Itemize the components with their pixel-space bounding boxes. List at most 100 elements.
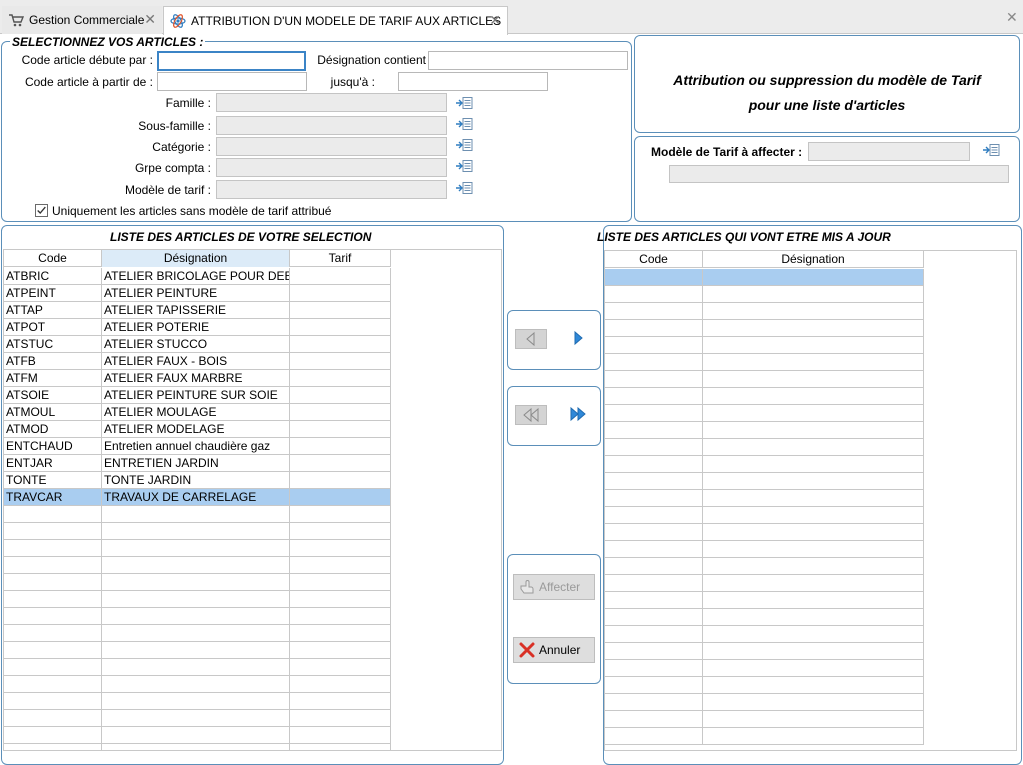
column-header-code[interactable]: Code — [605, 251, 703, 268]
remove-all-button[interactable] — [515, 405, 547, 425]
table-row[interactable] — [4, 625, 391, 642]
table-row[interactable] — [605, 371, 924, 388]
table-row[interactable] — [605, 473, 924, 490]
table-row[interactable]: ATMOUL ATELIER MOULAGE — [4, 404, 391, 421]
table-row[interactable] — [605, 728, 924, 745]
table-row[interactable]: ATTAP ATELIER TAPISSERIE — [4, 302, 391, 319]
table-row[interactable] — [605, 660, 924, 677]
designation-contains-input[interactable] — [428, 51, 628, 70]
column-header-designation[interactable]: Désignation — [102, 250, 290, 267]
tab-gestion-commerciale[interactable]: Gestion Commerciale ✕ — [2, 6, 162, 34]
grpe-compta-picker-icon[interactable] — [455, 159, 473, 173]
table-row[interactable] — [605, 405, 924, 422]
tab-attribution-modele-tarif[interactable]: ATTRIBUTION D'UN MODELE DE TARIF AUX ART… — [163, 6, 508, 35]
table-row[interactable] — [4, 659, 391, 676]
column-header-code[interactable]: Code — [4, 250, 102, 267]
close-tab-icon[interactable]: ✕ — [489, 13, 501, 27]
cell-code: ATPOT — [4, 319, 102, 336]
table-row[interactable] — [4, 642, 391, 659]
table-row[interactable] — [605, 269, 924, 286]
only-without-model-checkbox[interactable] — [35, 204, 48, 217]
table-row[interactable] — [605, 388, 924, 405]
triangle-left-icon — [526, 331, 535, 347]
code-starts-input[interactable] — [157, 51, 306, 71]
table-row[interactable] — [4, 540, 391, 557]
column-header-tarif[interactable]: Tarif — [290, 250, 391, 267]
table-row[interactable] — [4, 591, 391, 608]
code-until-input[interactable] — [398, 72, 548, 91]
table-row[interactable]: ATBRIC ATELIER BRICOLAGE POUR DEB — [4, 268, 391, 285]
annuler-button[interactable]: Annuler — [513, 637, 595, 663]
table-row[interactable] — [605, 507, 924, 524]
cell-designation — [703, 354, 924, 371]
table-row[interactable] — [605, 643, 924, 660]
table-row[interactable] — [4, 523, 391, 540]
column-header-designation[interactable]: Désignation — [703, 251, 924, 268]
cell-code — [4, 710, 102, 727]
famille-field[interactable] — [216, 93, 447, 112]
close-tab-icon[interactable]: ✕ — [144, 12, 156, 26]
table-row[interactable]: ATFM ATELIER FAUX MARBRE — [4, 370, 391, 387]
table-row[interactable] — [4, 710, 391, 727]
table-row[interactable] — [4, 557, 391, 574]
table-row[interactable] — [4, 608, 391, 625]
assign-model-picker-icon[interactable] — [982, 143, 1000, 157]
table-row[interactable] — [605, 524, 924, 541]
table-row[interactable] — [605, 592, 924, 609]
table-row[interactable] — [605, 711, 924, 728]
sous-famille-picker-icon[interactable] — [455, 117, 473, 131]
categorie-picker-icon[interactable] — [455, 138, 473, 152]
add-all-button[interactable] — [563, 405, 595, 425]
table-row[interactable] — [4, 506, 391, 523]
famille-picker-icon[interactable] — [455, 96, 473, 110]
grpe-compta-field[interactable] — [216, 158, 447, 177]
table-row[interactable]: ATFB ATELIER FAUX - BOIS — [4, 353, 391, 370]
table-row[interactable] — [4, 676, 391, 693]
table-row[interactable]: ATPEINT ATELIER PEINTURE — [4, 285, 391, 302]
table-row[interactable]: ATPOT ATELIER POTERIE — [4, 319, 391, 336]
table-row[interactable] — [605, 286, 924, 303]
modele-tarif-field[interactable] — [216, 180, 447, 199]
table-row[interactable] — [4, 574, 391, 591]
table-row[interactable] — [605, 320, 924, 337]
table-row[interactable] — [605, 677, 924, 694]
table-row[interactable] — [605, 490, 924, 507]
add-selected-button[interactable] — [563, 329, 595, 349]
affecter-button[interactable]: Affecter — [513, 574, 595, 600]
table-row[interactable]: TONTE TONTE JARDIN — [4, 472, 391, 489]
table-row[interactable] — [605, 354, 924, 371]
cell-designation — [703, 541, 924, 558]
table-row[interactable]: ATMOD ATELIER MODELAGE — [4, 421, 391, 438]
table-row[interactable] — [605, 626, 924, 643]
table-row[interactable]: ENTCHAUD Entretien annuel chaudière gaz — [4, 438, 391, 455]
table-row[interactable] — [605, 609, 924, 626]
sous-famille-field[interactable] — [216, 116, 447, 135]
table-row[interactable] — [605, 456, 924, 473]
cell-code — [605, 694, 703, 711]
table-row[interactable]: TRAVCAR TRAVAUX DE CARRELAGE — [4, 489, 391, 506]
cell-designation — [703, 524, 924, 541]
table-row[interactable] — [4, 727, 391, 744]
categorie-field[interactable] — [216, 137, 447, 156]
cell-code — [605, 660, 703, 677]
table-row[interactable]: ENTJAR ENTRETIEN JARDIN — [4, 455, 391, 472]
cell-tarif — [290, 404, 391, 421]
assign-model-field[interactable] — [808, 142, 970, 161]
cell-designation — [102, 659, 290, 676]
table-row[interactable]: ATSTUC ATELIER STUCCO — [4, 336, 391, 353]
remove-selected-button[interactable] — [515, 329, 547, 349]
table-row[interactable] — [605, 439, 924, 456]
close-window-icon[interactable]: ✕ — [1006, 9, 1018, 26]
table-row[interactable] — [605, 541, 924, 558]
table-row[interactable] — [605, 422, 924, 439]
table-row[interactable] — [605, 303, 924, 320]
modele-tarif-picker-icon[interactable] — [455, 181, 473, 195]
table-row[interactable] — [605, 575, 924, 592]
table-row[interactable] — [605, 558, 924, 575]
table-row[interactable]: ATSOIE ATELIER PEINTURE SUR SOIE — [4, 387, 391, 404]
table-row[interactable] — [605, 337, 924, 354]
table-row[interactable] — [605, 694, 924, 711]
table-row[interactable] — [4, 693, 391, 710]
code-from-input[interactable] — [157, 72, 307, 91]
table-row[interactable] — [4, 744, 391, 750]
